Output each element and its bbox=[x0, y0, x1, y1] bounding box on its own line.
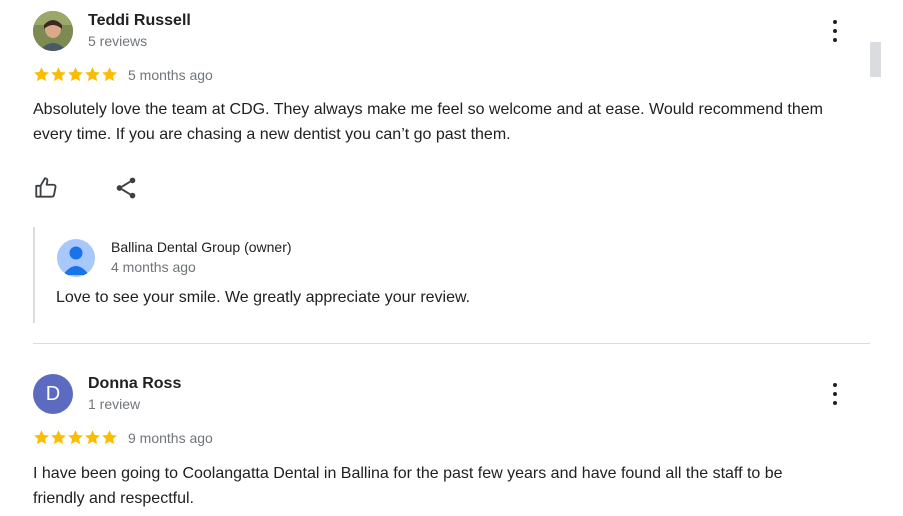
owner-reply: Ballina Dental Group (owner) 4 months ag… bbox=[33, 227, 535, 323]
star-rating bbox=[33, 66, 118, 83]
more-vert-dot bbox=[833, 392, 837, 396]
review-time: 5 months ago bbox=[128, 67, 213, 83]
more-vert-dot bbox=[833, 401, 837, 405]
person-icon bbox=[63, 246, 89, 275]
avatar-initial: D bbox=[45, 382, 61, 405]
review-text: Absolutely love the team at CDG. They al… bbox=[33, 101, 823, 143]
star-icon bbox=[85, 67, 100, 82]
star-icon bbox=[34, 430, 49, 445]
reviewer-name[interactable]: Teddi Russell bbox=[88, 12, 191, 30]
avatar-photo-icon bbox=[33, 11, 73, 51]
review-text: I have been going to Coolangatta Dental … bbox=[33, 465, 783, 507]
reviewer-avatar[interactable]: D bbox=[33, 374, 73, 414]
star-icon bbox=[85, 430, 100, 445]
star-icon bbox=[102, 430, 117, 445]
thumb-up-icon bbox=[35, 177, 57, 198]
star-icon bbox=[51, 67, 66, 82]
more-options-button[interactable] bbox=[826, 18, 844, 44]
star-icon bbox=[68, 67, 83, 82]
reviewer-avatar[interactable] bbox=[33, 11, 73, 51]
more-vert-icon bbox=[833, 20, 837, 24]
scrollbar-thumb[interactable] bbox=[870, 42, 881, 77]
star-icon bbox=[102, 67, 117, 82]
more-options-button[interactable] bbox=[826, 381, 844, 407]
owner-reply-time: 4 months ago bbox=[111, 259, 196, 275]
owner-name: Ballina Dental Group (owner) bbox=[111, 239, 292, 255]
review-time: 9 months ago bbox=[128, 430, 213, 446]
share-icon bbox=[116, 177, 136, 199]
star-icon bbox=[34, 67, 49, 82]
more-vert-icon bbox=[833, 383, 837, 387]
reviewer-review-count: 1 review bbox=[88, 396, 141, 412]
owner-reply-text: Love to see your smile. We greatly appre… bbox=[56, 289, 471, 306]
reviewer-review-count: 5 reviews bbox=[88, 33, 148, 49]
more-vert-dot bbox=[833, 29, 837, 33]
star-icon bbox=[51, 430, 66, 445]
star-rating bbox=[33, 429, 118, 446]
review-divider bbox=[33, 343, 870, 344]
like-button[interactable] bbox=[33, 175, 59, 201]
more-vert-dot bbox=[833, 38, 837, 42]
reviewer-name[interactable]: Donna Ross bbox=[88, 375, 181, 393]
star-icon bbox=[68, 430, 83, 445]
share-button[interactable] bbox=[113, 175, 139, 201]
owner-avatar bbox=[57, 239, 95, 277]
